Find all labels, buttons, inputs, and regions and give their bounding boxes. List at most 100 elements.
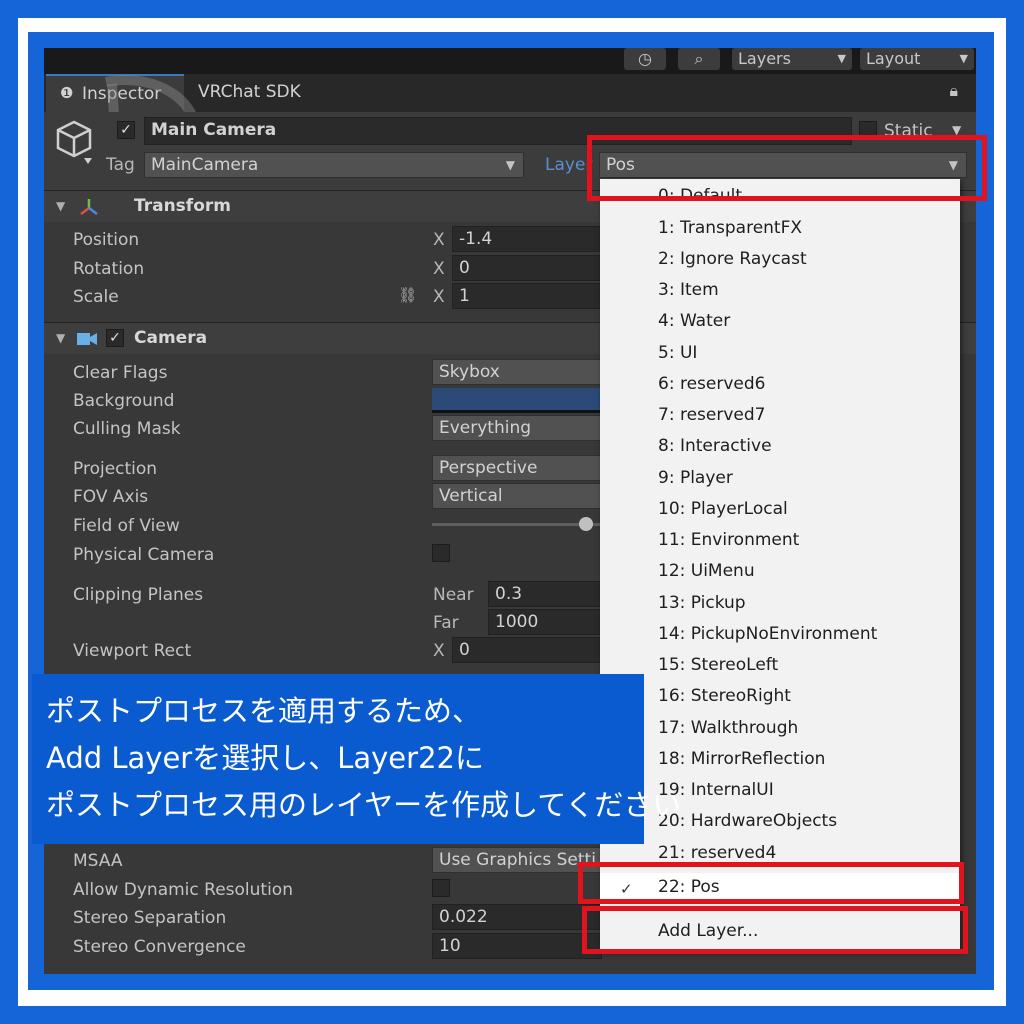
camera-enabled-checkbox[interactable]: ✓ <box>106 329 124 347</box>
layers-dropdown[interactable]: Layers ▼ <box>732 48 852 70</box>
position-label: Position <box>73 230 140 250</box>
layer-menu-item[interactable]: 17: Walkthrough <box>658 718 798 738</box>
layer-menu-item[interactable]: 10: PlayerLocal <box>658 499 788 519</box>
fov-axis-value: Vertical <box>439 486 503 506</box>
instruction-callout: ポストプロセスを適用するため、 Add Layerを選択し、Layer22に ポ… <box>32 674 682 844</box>
layer-menu-item[interactable]: 7: reserved7 <box>658 405 765 425</box>
msaa-label: MSAA <box>73 851 123 871</box>
layers-label: Layers <box>738 49 791 68</box>
layer-menu-item[interactable]: 1: TransparentFX <box>658 218 802 238</box>
layer-menu-item[interactable]: 12: UiMenu <box>658 561 755 581</box>
stereo-separation-field[interactable]: 0.022 <box>432 904 602 930</box>
viewport-x-axis: X <box>433 641 445 661</box>
lock-icon[interactable]: 🔒︎ <box>949 81 958 101</box>
viewport-x-field[interactable]: 0 <box>452 637 602 663</box>
clipping-planes-label: Clipping Planes <box>73 585 204 605</box>
dynamic-resolution-checkbox[interactable] <box>432 879 450 897</box>
camera-icon <box>77 333 97 345</box>
layer-menu-item[interactable]: 2: Ignore Raycast <box>658 249 807 269</box>
fov-axis-label: FOV Axis <box>73 487 149 507</box>
msaa-value: Use Graphics Setti <box>439 850 596 870</box>
viewport-rect-label: Viewport Rect <box>73 641 192 661</box>
clear-flags-value: Skybox <box>439 362 500 382</box>
layer-dropdown-menu: 0: Default 1: TransparentFX 2: Ignore Ra… <box>600 179 960 951</box>
position-x-value: -1.4 <box>459 229 493 249</box>
stereo-convergence-label: Stereo Convergence <box>73 937 246 957</box>
background-label: Background <box>73 391 175 411</box>
tag-dropdown[interactable]: MainCamera ▼ <box>144 152 524 178</box>
msaa-dropdown[interactable]: Use Graphics Setti <box>432 847 602 873</box>
tag-value: MainCamera <box>151 155 259 175</box>
stereo-separation-value: 0.022 <box>439 907 488 927</box>
highlight-layer-dropdown <box>587 135 987 201</box>
layer-menu-item[interactable]: 15: StereoLeft <box>658 655 778 675</box>
layer-menu-item[interactable]: 3: Item <box>658 280 719 300</box>
culling-mask-label: Culling Mask <box>73 419 181 439</box>
near-label: Near <box>433 585 474 605</box>
fov-slider-track[interactable] <box>432 523 602 526</box>
search-button[interactable]: ⌕ <box>678 48 720 70</box>
dynamic-resolution-label: Allow Dynamic Resolution <box>73 880 293 900</box>
near-value: 0.3 <box>495 584 523 604</box>
fov-axis-dropdown[interactable]: Vertical <box>432 483 602 509</box>
culling-mask-value: Everything <box>439 418 532 438</box>
layout-label: Layout <box>866 49 921 68</box>
position-x-field[interactable]: -1.4 <box>452 226 602 252</box>
rotation-x-field[interactable]: 0 <box>452 255 602 281</box>
history-icon: ◷ <box>638 49 652 68</box>
rotation-label: Rotation <box>73 259 145 279</box>
scale-x-value: 1 <box>459 286 470 306</box>
layout-dropdown[interactable]: Layout ▼ <box>860 48 974 70</box>
layer-menu-item[interactable]: 4: Water <box>658 311 730 331</box>
transform-title: Transform <box>134 196 231 216</box>
layer-menu-item[interactable]: 5: UI <box>658 343 697 363</box>
camera-title: Camera <box>134 328 208 348</box>
callout-line-1: ポストプロセスを適用するため、 <box>46 694 482 728</box>
stereo-convergence-value: 10 <box>439 936 461 956</box>
chevron-down-icon: ▼ <box>837 52 846 65</box>
layer-menu-item[interactable]: 20: HardwareObjects <box>658 811 837 831</box>
link-icon[interactable]: ⛓ <box>398 286 417 304</box>
active-checkbox[interactable]: ✓ <box>117 121 135 139</box>
layer-menu-item[interactable]: 16: StereoRight <box>658 686 791 706</box>
layer-menu-item[interactable]: 9: Player <box>658 468 733 488</box>
scale-label: Scale <box>73 287 119 307</box>
background-color-swatch[interactable] <box>432 388 602 413</box>
clear-flags-label: Clear Flags <box>73 363 168 383</box>
history-button[interactable]: ◷ <box>624 48 666 70</box>
near-field[interactable]: 0.3 <box>488 581 602 607</box>
layer-menu-item[interactable]: 18: MirrorReflection <box>658 749 825 769</box>
layer-menu-item[interactable]: 8: Interactive <box>658 436 772 456</box>
tag-label: Tag <box>106 155 135 175</box>
projection-dropdown[interactable]: Perspective <box>432 455 602 481</box>
layer-menu-item[interactable]: 11: Environment <box>658 530 799 550</box>
highlight-add-layer <box>582 906 968 954</box>
rotation-x-value: 0 <box>459 258 470 278</box>
scale-x-axis: X <box>433 287 445 307</box>
callout-line-2: Add Layerを選択し、Layer22に <box>46 741 484 775</box>
gameobject-cube-icon <box>56 120 92 164</box>
projection-label: Projection <box>73 459 158 479</box>
foldout-icon: ▼ <box>56 331 66 345</box>
physical-camera-checkbox[interactable] <box>432 544 450 562</box>
culling-mask-dropdown[interactable]: Everything <box>432 415 602 441</box>
highlight-selected-layer <box>578 862 964 904</box>
far-field[interactable]: 1000 <box>488 609 602 635</box>
object-name-text: Main Camera <box>151 120 277 140</box>
layer-menu-item[interactable]: 21: reserved4 <box>658 843 776 863</box>
layer-menu-item[interactable]: 6: reserved6 <box>658 374 765 394</box>
projection-value: Perspective <box>439 458 538 478</box>
fov-slider-handle[interactable] <box>579 517 593 531</box>
layer-menu-item[interactable]: 13: Pickup <box>658 593 746 613</box>
clear-flags-dropdown[interactable]: Skybox <box>432 359 602 385</box>
callout-line-3: ポストプロセス用のレイヤーを作成してください <box>46 788 682 822</box>
transform-icon <box>80 199 98 215</box>
scale-x-field[interactable]: 1 <box>452 283 602 309</box>
chevron-down-icon: ▼ <box>959 52 968 65</box>
field-of-view-label: Field of View <box>73 516 180 536</box>
layer-menu-item[interactable]: 14: PickupNoEnvironment <box>658 624 877 644</box>
rotation-x-axis: X <box>433 259 445 279</box>
physical-camera-label: Physical Camera <box>73 545 215 565</box>
stereo-convergence-field[interactable]: 10 <box>432 933 602 959</box>
far-value: 1000 <box>495 612 539 632</box>
